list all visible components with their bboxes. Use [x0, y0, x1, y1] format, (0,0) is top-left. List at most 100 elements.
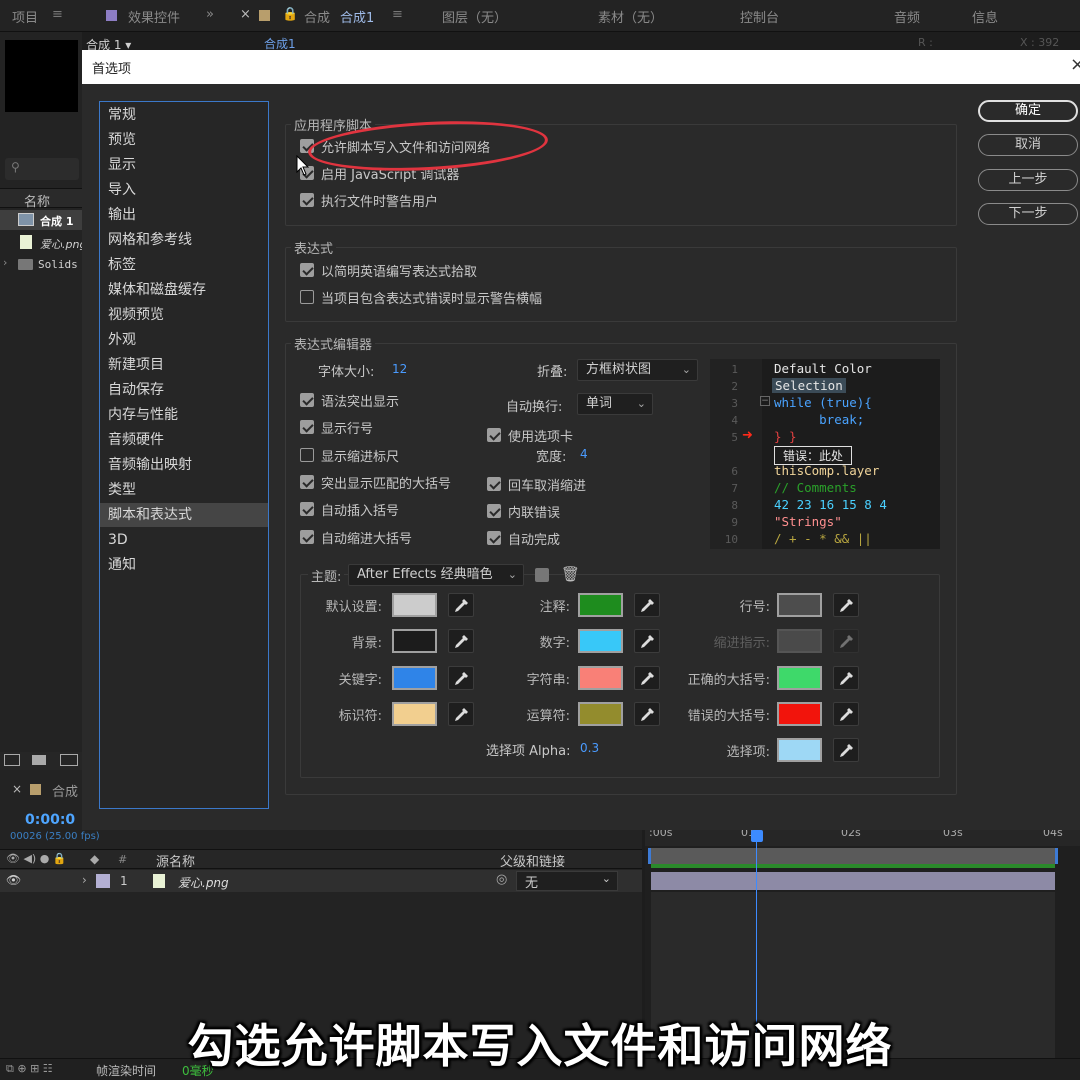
category-item[interactable]: 预览	[100, 128, 268, 152]
eyedropper-icon[interactable]	[833, 593, 859, 617]
color-swatch[interactable]	[777, 629, 822, 653]
category-item[interactable]: 通知	[100, 553, 268, 577]
eyedropper-icon[interactable]	[448, 702, 474, 726]
use-tabs-checkbox[interactable]	[487, 428, 501, 442]
font-size-value[interactable]: 12	[392, 362, 407, 376]
tab-info[interactable]: 信息	[972, 7, 998, 26]
hamburger-icon[interactable]: ≡	[52, 7, 63, 22]
av-switches-icon[interactable]: 👁 ◀) ● 🔒	[6, 852, 67, 865]
eyedropper-icon[interactable]	[448, 666, 474, 690]
tab-audio[interactable]: 音频	[894, 7, 920, 26]
project-item-png[interactable]: 爱心.png	[40, 236, 86, 252]
project-column-header[interactable]: 名称	[0, 188, 82, 210]
eye-icon[interactable]: 👁	[6, 873, 21, 887]
new-comp-icon[interactable]	[60, 754, 78, 766]
layer-name[interactable]: 爱心.png	[178, 874, 229, 891]
category-item[interactable]: 常规	[100, 103, 268, 127]
project-item-comp[interactable]: 合成 1	[40, 213, 73, 229]
close-icon[interactable]: ×	[1070, 54, 1080, 75]
error-banner-label[interactable]: 当项目包含表达式错误时显示警告横幅	[321, 288, 542, 307]
color-swatch[interactable]	[392, 702, 437, 726]
auto-indent-braces-label[interactable]: 自动缩进大括号	[321, 528, 412, 547]
category-item[interactable]: 内存与性能	[100, 403, 268, 427]
theme-dropdown[interactable]: After Effects 经典暗色 ⌄	[348, 564, 524, 586]
eyedropper-icon[interactable]	[448, 629, 474, 653]
close-tab-icon[interactable]: ×	[12, 782, 22, 796]
color-swatch[interactable]	[392, 593, 437, 617]
auto-complete-checkbox[interactable]	[487, 531, 501, 545]
project-item-solids[interactable]: Solids	[38, 258, 78, 271]
eyedropper-icon[interactable]	[833, 738, 859, 762]
color-swatch[interactable]	[578, 666, 623, 690]
layer-label-color[interactable]	[96, 874, 110, 888]
parent-dropdown[interactable]: 无 ⌄	[516, 871, 618, 891]
syntax-highlight-checkbox[interactable]	[300, 393, 314, 407]
category-item[interactable]: 脚本和表达式	[100, 503, 268, 527]
playhead-handle[interactable]	[751, 830, 763, 842]
tab-layer[interactable]: 图层（无）	[442, 7, 507, 26]
close-tab-icon[interactable]: ×	[240, 7, 251, 22]
new-folder-icon[interactable]	[32, 755, 46, 765]
expand-icon[interactable]: »	[206, 7, 214, 22]
auto-insert-brackets-label[interactable]: 自动插入括号	[321, 500, 399, 519]
category-item[interactable]: 自动保存	[100, 378, 268, 402]
word-wrap-dropdown[interactable]: 单词 ⌄	[577, 393, 653, 415]
layer-duration-bar[interactable]	[651, 872, 1055, 890]
cancel-button[interactable]: 取消	[978, 134, 1078, 156]
color-swatch[interactable]	[392, 666, 437, 690]
syntax-highlight-label[interactable]: 语法突出显示	[321, 391, 399, 410]
timeline-tab[interactable]: 合成	[52, 781, 78, 800]
chevron-right-icon[interactable]: ›	[3, 256, 7, 269]
color-swatch[interactable]	[392, 629, 437, 653]
category-item[interactable]: 视频预览	[100, 303, 268, 327]
use-tabs-label[interactable]: 使用选项卡	[508, 426, 573, 445]
interpret-footage-icon[interactable]	[4, 754, 20, 766]
save-theme-icon[interactable]	[535, 568, 549, 582]
fold-dropdown[interactable]: 方框树状图 ⌄	[577, 359, 698, 381]
category-item[interactable]: 新建项目	[100, 353, 268, 377]
inline-errors-checkbox[interactable]	[487, 504, 501, 518]
pickwhip-icon[interactable]: ◎	[496, 872, 507, 887]
category-item[interactable]: 外观	[100, 328, 268, 352]
work-area-bar[interactable]	[648, 848, 1058, 864]
enter-unindent-checkbox[interactable]	[487, 477, 501, 491]
enter-unindent-label[interactable]: 回车取消缩进	[508, 475, 586, 494]
eyedropper-icon[interactable]	[634, 629, 660, 653]
tab-project[interactable]: 项目	[12, 7, 38, 26]
category-item[interactable]: 3D	[100, 528, 268, 552]
fold-box-icon[interactable]: −	[760, 396, 770, 406]
previous-button[interactable]: 上一步	[978, 169, 1078, 191]
next-button[interactable]: 下一步	[978, 203, 1078, 225]
error-banner-checkbox[interactable]	[300, 290, 314, 304]
plain-english-label[interactable]: 以简明英语编写表达式拾取	[321, 261, 477, 280]
parent-header[interactable]: 父级和链接	[500, 851, 565, 870]
tab-footage[interactable]: 素材（无）	[598, 7, 663, 26]
category-item[interactable]: 输出	[100, 203, 268, 227]
eyedropper-icon[interactable]	[833, 666, 859, 690]
plain-english-checkbox[interactable]	[300, 263, 314, 277]
timeline-layer-row[interactable]: 👁 › 1 爱心.png ◎ 无 ⌄	[0, 870, 642, 892]
tab-console[interactable]: 控制台	[740, 7, 779, 26]
indent-guides-label[interactable]: 显示缩进标尺	[321, 446, 399, 465]
category-item[interactable]: 类型	[100, 478, 268, 502]
eyedropper-icon[interactable]	[833, 702, 859, 726]
match-braces-label[interactable]: 突出显示匹配的大括号	[321, 473, 451, 492]
color-swatch[interactable]	[578, 629, 623, 653]
indent-guides-checkbox[interactable]	[300, 447, 314, 462]
eyedropper-icon[interactable]	[833, 629, 859, 653]
category-item[interactable]: 网格和参考线	[100, 228, 268, 252]
label-tag-icon[interactable]: ◆	[90, 852, 99, 866]
category-item[interactable]: 导入	[100, 178, 268, 202]
eyedropper-icon[interactable]	[634, 593, 660, 617]
eyedropper-icon[interactable]	[634, 702, 660, 726]
ok-button[interactable]: 确定	[978, 100, 1078, 122]
tab-comp1[interactable]: 合成1	[340, 7, 374, 26]
color-swatch[interactable]	[578, 593, 623, 617]
warn-user-label[interactable]: 执行文件时警告用户	[321, 191, 438, 210]
color-swatch[interactable]	[777, 666, 822, 690]
eyedropper-icon[interactable]	[634, 666, 660, 690]
category-item[interactable]: 音频硬件	[100, 428, 268, 452]
trash-icon[interactable]: 🗑	[561, 565, 580, 583]
auto-indent-braces-checkbox[interactable]	[300, 529, 314, 544]
category-item[interactable]: 显示	[100, 153, 268, 177]
